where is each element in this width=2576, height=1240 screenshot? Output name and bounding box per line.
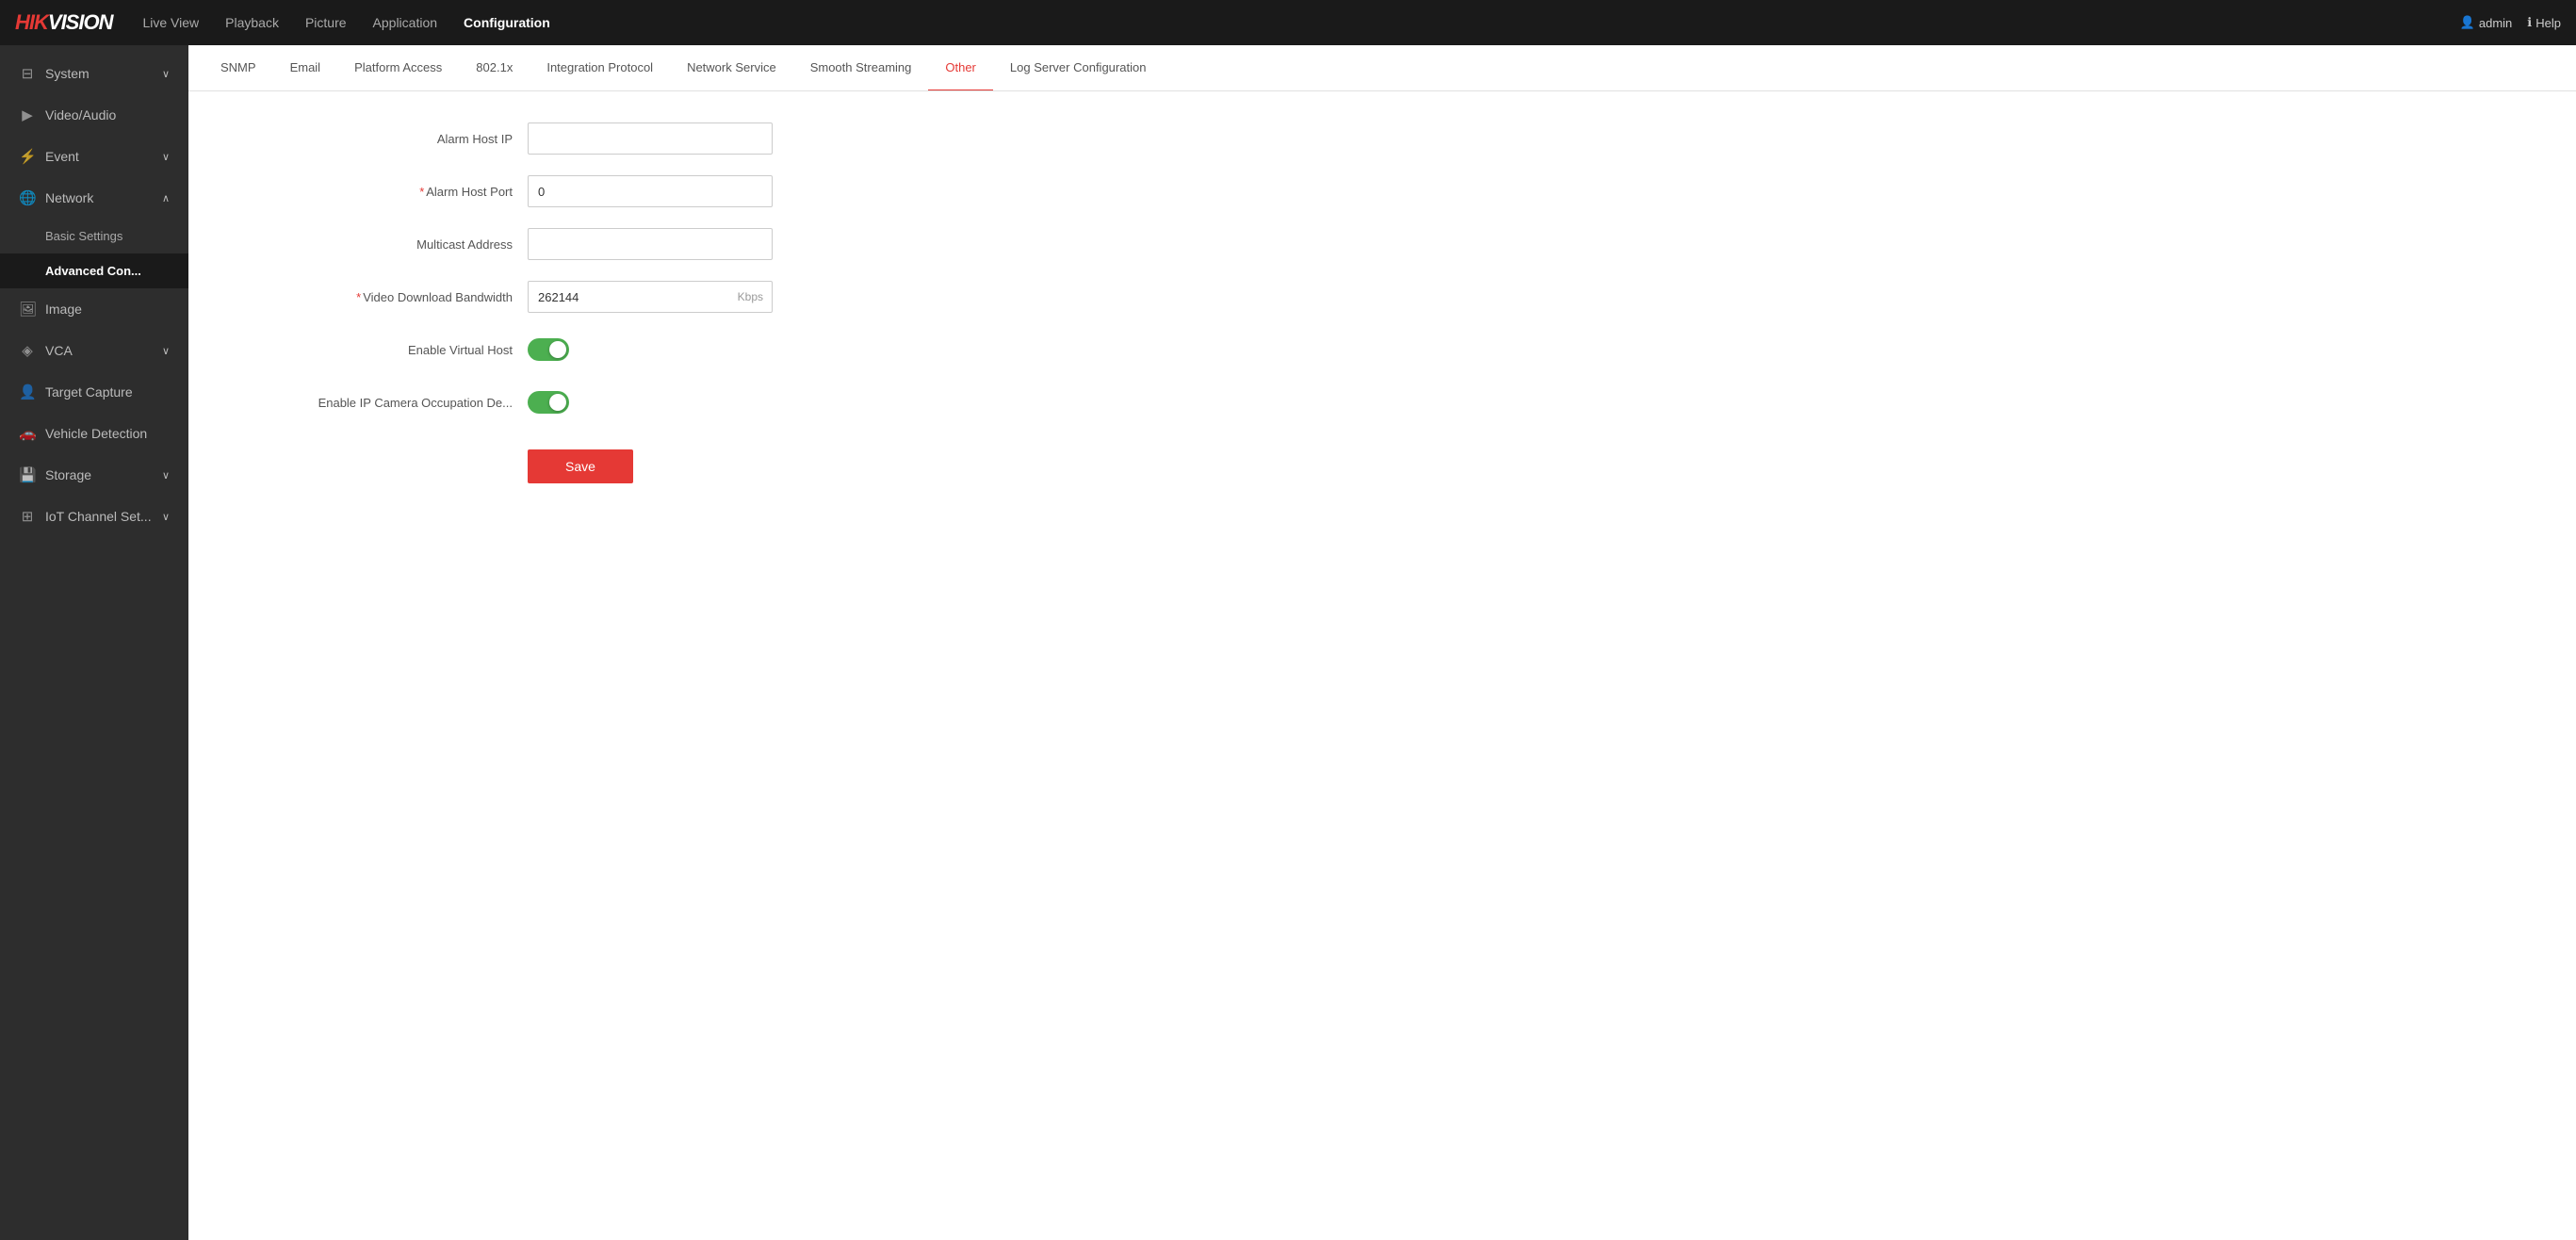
alarm-host-port-row: *Alarm Host Port — [226, 174, 999, 208]
tab-email[interactable]: Email — [273, 45, 338, 91]
form-area: Alarm Host IP *Alarm Host Port Multicast… — [188, 91, 1036, 514]
user-icon: 👤 — [2460, 15, 2475, 30]
video-icon: ▶ — [19, 106, 36, 123]
tab-802-1x[interactable]: 802.1x — [459, 45, 530, 91]
topnav-right: 👤 admin ℹ Help — [2460, 15, 2561, 30]
form-actions: Save — [226, 438, 999, 483]
sidebar-item-event[interactable]: ⚡ Event ∨ — [0, 136, 188, 177]
network-icon: 🌐 — [19, 189, 36, 206]
chevron-down-icon: ∨ — [162, 345, 170, 357]
bandwidth-unit: Kbps — [738, 290, 763, 303]
multicast-address-input[interactable] — [528, 228, 773, 260]
topnav-links: Live View Playback Picture Application C… — [142, 15, 2437, 30]
sidebar-item-advanced-con[interactable]: Advanced Con... — [0, 253, 188, 288]
tab-platform-access[interactable]: Platform Access — [337, 45, 459, 91]
image-icon: 🖼 — [19, 301, 36, 318]
sidebar-item-network[interactable]: 🌐 Network ∧ — [0, 177, 188, 219]
nav-picture[interactable]: Picture — [305, 15, 347, 30]
alarm-host-ip-input[interactable] — [528, 122, 773, 155]
nav-live-view[interactable]: Live View — [142, 15, 199, 30]
alarm-host-ip-row: Alarm Host IP — [226, 122, 999, 155]
nav-application[interactable]: Application — [373, 15, 438, 30]
required-marker: * — [419, 185, 424, 199]
save-button[interactable]: Save — [528, 449, 633, 483]
chevron-down-icon: ∨ — [162, 511, 170, 523]
help-button[interactable]: ℹ Help — [2527, 15, 2561, 30]
sidebar-item-vehicle-detection[interactable]: 🚗 Vehicle Detection — [0, 413, 188, 454]
user-menu[interactable]: 👤 admin — [2460, 15, 2513, 30]
sidebar-item-storage[interactable]: 💾 Storage ∨ — [0, 454, 188, 496]
event-icon: ⚡ — [19, 148, 36, 165]
chevron-down-icon: ∨ — [162, 469, 170, 481]
sidebar: ⊟ System ∨ ▶ Video/Audio ⚡ Event ∨ 🌐 Net… — [0, 45, 188, 1240]
nav-playback[interactable]: Playback — [225, 15, 279, 30]
chevron-down-icon: ∨ — [162, 151, 170, 163]
enable-ip-camera-toggle[interactable] — [528, 391, 569, 414]
sidebar-item-target-capture[interactable]: 👤 Target Capture — [0, 371, 188, 413]
storage-icon: 💾 — [19, 466, 36, 483]
iot-icon: ⊞ — [19, 508, 36, 525]
multicast-address-row: Multicast Address — [226, 227, 999, 261]
main-layout: ⊟ System ∨ ▶ Video/Audio ⚡ Event ∨ 🌐 Net… — [0, 45, 2576, 1240]
sidebar-item-image[interactable]: 🖼 Image — [0, 288, 188, 330]
tab-bar: SNMP Email Platform Access 802.1x Integr… — [188, 45, 2576, 91]
video-download-bw-row: *Video Download Bandwidth Kbps — [226, 280, 999, 314]
brand-logo: HIKVISION — [15, 10, 112, 35]
sidebar-item-system[interactable]: ⊟ System ∨ — [0, 53, 188, 94]
system-icon: ⊟ — [19, 65, 36, 82]
toggle-thumb — [549, 341, 566, 358]
toggle-thumb-2 — [549, 394, 566, 411]
info-icon: ℹ — [2527, 15, 2532, 30]
tab-network-service[interactable]: Network Service — [670, 45, 793, 91]
required-marker-bw: * — [356, 290, 361, 304]
tab-snmp[interactable]: SNMP — [204, 45, 273, 91]
sidebar-item-basic-settings[interactable]: Basic Settings — [0, 219, 188, 253]
alarm-host-ip-label: Alarm Host IP — [226, 132, 528, 146]
tab-log-server-config[interactable]: Log Server Configuration — [993, 45, 1164, 91]
vca-icon: ◈ — [19, 342, 36, 359]
toggle-track-2 — [528, 391, 569, 414]
target-icon: 👤 — [19, 383, 36, 400]
sidebar-item-iot-channel[interactable]: ⊞ IoT Channel Set... ∨ — [0, 496, 188, 537]
enable-ip-camera-label: Enable IP Camera Occupation De... — [226, 396, 528, 410]
chevron-down-icon: ∨ — [162, 68, 170, 80]
alarm-host-port-label: *Alarm Host Port — [226, 185, 528, 199]
vehicle-icon: 🚗 — [19, 425, 36, 442]
enable-virtual-host-toggle[interactable] — [528, 338, 569, 361]
multicast-address-label: Multicast Address — [226, 237, 528, 252]
video-download-bw-input[interactable] — [528, 281, 773, 313]
enable-virtual-host-row: Enable Virtual Host — [226, 333, 999, 367]
toggle-track — [528, 338, 569, 361]
main-content: SNMP Email Platform Access 802.1x Integr… — [188, 45, 2576, 1240]
alarm-host-port-input[interactable] — [528, 175, 773, 207]
enable-virtual-host-label: Enable Virtual Host — [226, 343, 528, 357]
topnav: HIKVISION Live View Playback Picture App… — [0, 0, 2576, 45]
tab-other[interactable]: Other — [928, 45, 993, 91]
video-download-bw-wrapper: Kbps — [528, 281, 773, 313]
nav-configuration[interactable]: Configuration — [464, 15, 550, 30]
tab-integration-protocol[interactable]: Integration Protocol — [530, 45, 670, 91]
video-download-bw-label: *Video Download Bandwidth — [226, 290, 528, 304]
enable-ip-camera-row: Enable IP Camera Occupation De... — [226, 385, 999, 419]
chevron-up-icon: ∧ — [162, 192, 170, 204]
tab-smooth-streaming[interactable]: Smooth Streaming — [793, 45, 929, 91]
sidebar-item-vca[interactable]: ◈ VCA ∨ — [0, 330, 188, 371]
sidebar-item-video-audio[interactable]: ▶ Video/Audio — [0, 94, 188, 136]
